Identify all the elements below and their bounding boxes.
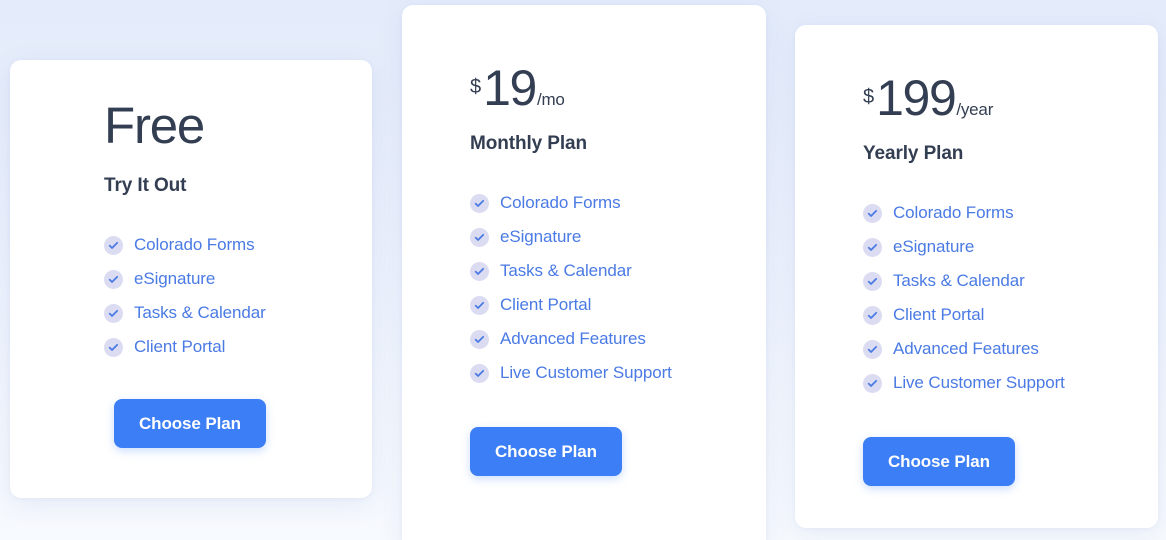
price-currency: $ xyxy=(863,86,875,108)
list-item: Tasks & Calendar xyxy=(104,296,372,330)
price-period: /mo xyxy=(536,90,565,109)
price-yearly: $ 199 /year xyxy=(863,73,1158,123)
feature-list-yearly: Colorado Forms eSignature Tasks & Calend… xyxy=(863,196,1158,400)
feature-label: eSignature xyxy=(893,237,975,256)
feature-label: Colorado Forms xyxy=(134,235,255,254)
check-icon xyxy=(104,337,123,357)
check-icon xyxy=(470,363,489,383)
check-icon xyxy=(104,269,123,289)
feature-label: Tasks & Calendar xyxy=(893,271,1025,290)
check-icon xyxy=(863,373,882,393)
list-item: Advanced Features xyxy=(470,322,766,356)
card-content-free: Free Try It Out Colorado Forms eSignatur… xyxy=(10,60,372,448)
feature-list-free: Colorado Forms eSignature Tasks & Calend… xyxy=(104,228,372,364)
feature-label: Advanced Features xyxy=(893,339,1039,358)
plan-name-yearly: Yearly Plan xyxy=(863,143,964,164)
list-item: Live Customer Support xyxy=(863,366,1158,400)
pricing-card-free[interactable]: Free Try It Out Colorado Forms eSignatur… xyxy=(10,60,372,498)
choose-plan-button-yearly[interactable]: Choose Plan xyxy=(863,437,1015,486)
list-item: eSignature xyxy=(863,230,1158,264)
card-content-yearly: $ 199 /year Yearly Plan Colorado Forms e… xyxy=(795,25,1158,486)
pricing-card-monthly[interactable]: $ 19 /mo Monthly Plan Colorado Forms eSi… xyxy=(402,5,766,540)
list-item: Live Customer Support xyxy=(470,356,766,390)
choose-plan-button-monthly[interactable]: Choose Plan xyxy=(470,427,622,476)
pricing-plans-section: Free Try It Out Colorado Forms eSignatur… xyxy=(0,0,1166,540)
list-item: Client Portal xyxy=(104,330,372,364)
check-icon xyxy=(863,237,882,257)
check-icon xyxy=(104,303,123,323)
list-item: Colorado Forms xyxy=(104,228,372,262)
feature-label: Client Portal xyxy=(134,337,226,356)
check-icon xyxy=(863,305,882,325)
price-period: /year xyxy=(956,100,994,119)
choose-plan-button-free[interactable]: Choose Plan xyxy=(114,399,266,448)
feature-label: Colorado Forms xyxy=(500,193,621,212)
price-amount: 19 xyxy=(483,60,537,116)
feature-label: Live Customer Support xyxy=(500,363,672,382)
feature-label: Advanced Features xyxy=(500,329,646,348)
list-item: Advanced Features xyxy=(863,332,1158,366)
plan-name-monthly: Monthly Plan xyxy=(470,133,588,154)
feature-list-monthly: Colorado Forms eSignature Tasks & Calend… xyxy=(470,186,766,390)
check-icon xyxy=(470,193,489,213)
feature-label: Colorado Forms xyxy=(893,203,1014,222)
pricing-card-yearly[interactable]: $ 199 /year Yearly Plan Colorado Forms e… xyxy=(795,25,1158,528)
list-item: Tasks & Calendar xyxy=(863,264,1158,298)
plan-name-free: Try It Out xyxy=(104,175,187,196)
check-icon xyxy=(104,235,123,255)
list-item: eSignature xyxy=(104,262,372,296)
feature-label: Client Portal xyxy=(893,305,985,324)
card-content-monthly: $ 19 /mo Monthly Plan Colorado Forms eSi… xyxy=(402,5,766,476)
list-item: Colorado Forms xyxy=(863,196,1158,230)
check-icon xyxy=(863,339,882,359)
check-icon xyxy=(470,295,489,315)
feature-label: Tasks & Calendar xyxy=(134,303,266,322)
feature-label: eSignature xyxy=(500,227,582,246)
check-icon xyxy=(863,203,882,223)
feature-label: Tasks & Calendar xyxy=(500,261,632,280)
check-icon xyxy=(863,271,882,291)
feature-label: Client Portal xyxy=(500,295,592,314)
check-icon xyxy=(470,227,489,247)
list-item: Tasks & Calendar xyxy=(470,254,766,288)
feature-label: eSignature xyxy=(134,269,216,288)
plan-headline-free: Free xyxy=(104,97,205,154)
check-icon xyxy=(470,329,489,349)
feature-label: Live Customer Support xyxy=(893,373,1065,392)
price-monthly: $ 19 /mo xyxy=(470,63,766,113)
list-item: Client Portal xyxy=(863,298,1158,332)
list-item: eSignature xyxy=(470,220,766,254)
price-amount: 199 xyxy=(876,70,957,126)
list-item: Client Portal xyxy=(470,288,766,322)
check-icon xyxy=(470,261,489,281)
price-currency: $ xyxy=(470,76,482,98)
list-item: Colorado Forms xyxy=(470,186,766,220)
